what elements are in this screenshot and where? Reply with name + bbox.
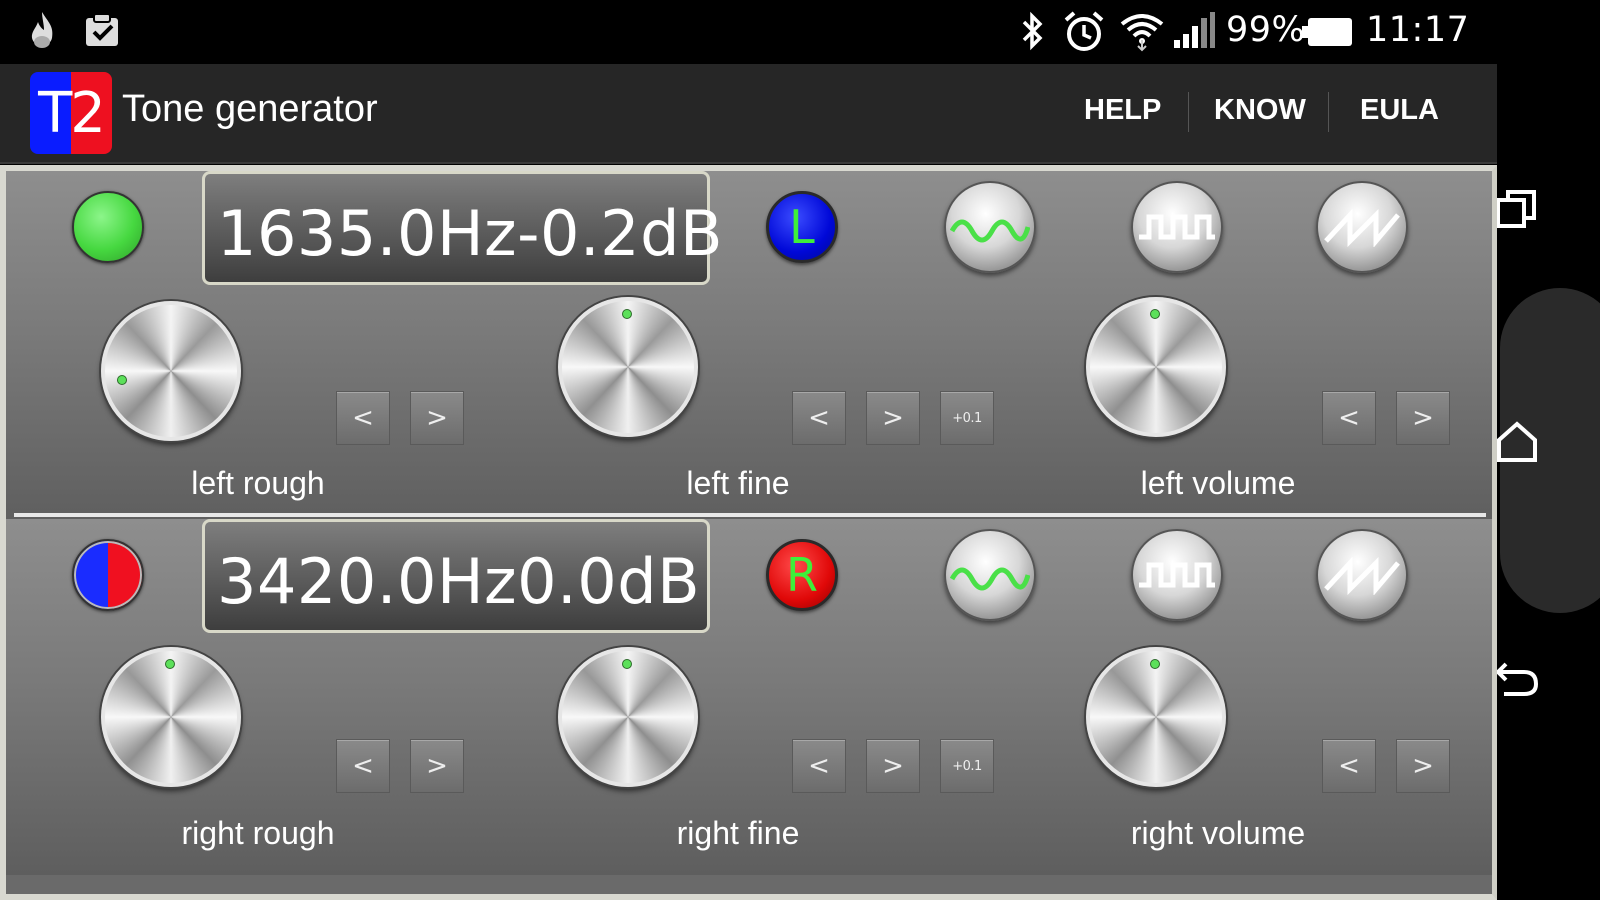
action-bar: T2 Tone generator HELP KNOW EULA <box>0 64 1497 164</box>
sawtooth-wave-icon <box>1324 208 1400 247</box>
sine-wave-icon <box>950 567 1030 591</box>
left-db-value: -0.2dB <box>517 196 723 270</box>
left-volume-knob[interactable] <box>1086 297 1226 437</box>
left-fine-label: left fine <box>686 465 790 501</box>
left-frequency-value: 1635.0Hz <box>217 196 518 270</box>
left-frequency-display: 1635.0Hz -0.2dB <box>202 171 722 285</box>
left-rough-next-button[interactable]: > <box>410 391 464 445</box>
battery-percent: 99% <box>1226 10 1306 50</box>
right-rough-knob[interactable] <box>101 647 241 787</box>
left-fine-next-button[interactable]: > <box>866 391 920 445</box>
right-fine-next-button[interactable]: > <box>866 739 920 793</box>
left-volume-label: left volume <box>1140 465 1296 501</box>
menu-help[interactable]: HELP <box>1084 94 1161 127</box>
app-title: Tone generator <box>122 88 378 130</box>
left-fine-prev-button[interactable]: < <box>792 391 846 445</box>
right-fine-prev-button[interactable]: < <box>792 739 846 793</box>
right-volume-prev-button[interactable]: < <box>1322 739 1376 793</box>
right-volume-label: right volume <box>1130 815 1306 851</box>
channel-divider <box>14 513 1486 517</box>
menu-eula[interactable]: EULA <box>1360 94 1439 127</box>
clock: 11:17 <box>1366 10 1470 50</box>
home-icon[interactable] <box>1494 418 1540 469</box>
square-wave-icon <box>1139 562 1215 588</box>
sine-wave-icon <box>950 219 1030 243</box>
flame-icon <box>26 10 58 57</box>
left-volume-next-button[interactable]: > <box>1396 391 1450 445</box>
left-sine-wave-button[interactable] <box>944 181 1036 273</box>
left-status-lamp <box>72 191 144 263</box>
app-logo: T2 <box>30 72 112 154</box>
right-db-value: 0.0dB <box>517 544 701 618</box>
alarm-clock-icon <box>1062 10 1106 59</box>
signal-icon <box>1170 10 1216 57</box>
right-volume-knob[interactable] <box>1086 647 1226 787</box>
left-rough-prev-button[interactable]: < <box>336 391 390 445</box>
knob-indicator <box>117 375 127 385</box>
clipboard-check-icon <box>82 10 122 55</box>
bluetooth-icon <box>1018 10 1048 57</box>
left-channel-button[interactable]: L <box>766 191 838 263</box>
right-sine-wave-button[interactable] <box>944 529 1036 621</box>
status-bar: 99% 11:17 <box>0 0 1497 64</box>
menu-separator <box>1328 92 1329 132</box>
left-sawtooth-wave-button[interactable] <box>1316 181 1408 273</box>
left-fine-step-button[interactable]: +0.1 <box>940 391 994 445</box>
right-frequency-value: 3420.0Hz <box>217 544 518 618</box>
right-fine-knob[interactable] <box>558 647 698 787</box>
knob-indicator <box>165 659 175 669</box>
left-channel-section: 1635.0Hz -0.2dB L < > left rough < > +0.… <box>6 171 1492 527</box>
right-channel-button[interactable]: R <box>766 539 838 611</box>
recent-apps-icon[interactable] <box>1494 186 1540 237</box>
knob-indicator <box>622 659 632 669</box>
right-rough-prev-button[interactable]: < <box>336 739 390 793</box>
right-fine-step-button[interactable]: +0.1 <box>940 739 994 793</box>
menu-know[interactable]: KNOW <box>1214 94 1306 127</box>
sawtooth-wave-icon <box>1324 556 1400 595</box>
knob-indicator <box>622 309 632 319</box>
left-volume-prev-button[interactable]: < <box>1322 391 1376 445</box>
right-square-wave-button[interactable] <box>1131 529 1223 621</box>
knob-indicator <box>1150 309 1160 319</box>
right-rough-next-button[interactable]: > <box>410 739 464 793</box>
left-fine-knob[interactable] <box>558 297 698 437</box>
right-rough-label: right rough <box>181 815 335 851</box>
right-status-lamp <box>72 539 144 611</box>
left-square-wave-button[interactable] <box>1131 181 1223 273</box>
right-sawtooth-wave-button[interactable] <box>1316 529 1408 621</box>
back-icon[interactable] <box>1494 654 1540 705</box>
square-wave-icon <box>1139 214 1215 240</box>
knob-indicator <box>1150 659 1160 669</box>
menu-separator <box>1188 92 1189 132</box>
right-fine-label: right fine <box>676 815 800 851</box>
left-rough-knob[interactable] <box>101 301 241 441</box>
generator-panel: 1635.0Hz -0.2dB L < > left rough < > +0.… <box>0 165 1497 900</box>
right-volume-next-button[interactable]: > <box>1396 739 1450 793</box>
right-channel-section: 3420.0Hz 0.0dB R < > right rough < > +0.… <box>6 519 1492 875</box>
right-frequency-display: 3420.0Hz 0.0dB <box>202 519 710 633</box>
battery-icon <box>1302 16 1354 53</box>
left-rough-label: left rough <box>191 465 325 501</box>
wifi-icon <box>1118 10 1166 57</box>
